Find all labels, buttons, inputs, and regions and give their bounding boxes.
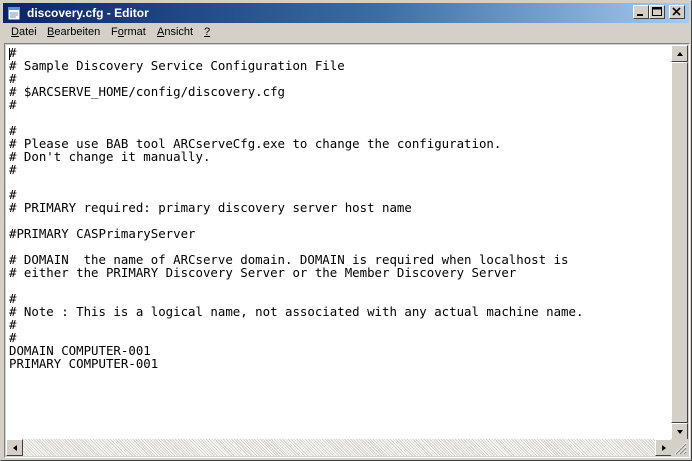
scroll-down-button[interactable] xyxy=(671,423,688,440)
maximize-icon xyxy=(652,7,662,16)
arrow-up-icon xyxy=(677,52,683,56)
editor-window: discovery.cfg - Editor Datei Bearbeiten … xyxy=(0,0,692,461)
maximize-button[interactable] xyxy=(649,5,665,19)
size-grip[interactable] xyxy=(671,439,688,456)
resize-grip-icon xyxy=(674,442,687,455)
minimize-button[interactable] xyxy=(633,5,649,19)
notepad-icon[interactable] xyxy=(7,5,22,21)
vertical-scroll-thumb[interactable] xyxy=(671,62,688,423)
text-caret xyxy=(9,48,10,60)
scroll-left-button[interactable] xyxy=(6,439,23,456)
arrow-left-icon xyxy=(13,445,17,451)
window-title: discovery.cfg - Editor xyxy=(27,6,149,20)
menu-help[interactable]: ? xyxy=(204,26,210,38)
menu-bearbeiten[interactable]: Bearbeiten xyxy=(47,26,100,38)
close-button[interactable] xyxy=(669,5,685,19)
vertical-scrollbar[interactable] xyxy=(671,45,688,440)
scroll-right-button[interactable] xyxy=(655,439,672,456)
editor-area: # # Sample Discovery Service Configurati… xyxy=(4,43,690,458)
menu-format[interactable]: Format xyxy=(111,26,146,38)
menu-bar: Datei Bearbeiten Format Ansicht ? xyxy=(3,24,689,43)
scroll-up-button[interactable] xyxy=(671,45,688,62)
close-icon xyxy=(672,7,681,16)
menu-ansicht[interactable]: Ansicht xyxy=(157,26,193,38)
title-bar[interactable]: discovery.cfg - Editor xyxy=(3,3,689,23)
text-editor[interactable]: # # Sample Discovery Service Configurati… xyxy=(6,45,672,440)
arrow-down-icon xyxy=(677,430,683,434)
minimize-icon xyxy=(637,14,643,16)
menu-datei[interactable]: Datei xyxy=(11,26,37,38)
horizontal-scrollbar[interactable] xyxy=(6,439,672,456)
arrow-right-icon xyxy=(662,445,666,451)
editor-content[interactable]: # # Sample Discovery Service Configurati… xyxy=(9,46,583,371)
